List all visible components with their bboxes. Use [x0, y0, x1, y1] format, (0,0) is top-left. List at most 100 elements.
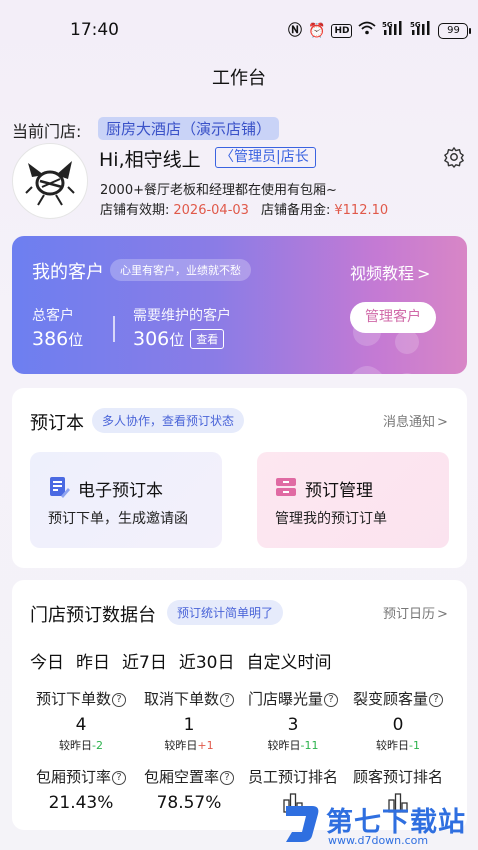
document-icon [50, 477, 70, 498]
metric-vacancy-rate[interactable]: 包厢空置率? 78.57% [134, 766, 244, 813]
help-icon: ? [429, 693, 443, 707]
page-title: 工作台 [212, 68, 266, 89]
booking-manage-subtitle: 管理我的预订订单 [275, 511, 387, 527]
e-booking-subtitle: 预订下单，生成邀请函 [48, 511, 188, 527]
metric-delta: -1 [409, 739, 420, 752]
role-badge: 〈管理员|店长 [215, 147, 316, 168]
status-time: 17:40 [70, 20, 119, 40]
help-icon: ? [220, 693, 234, 707]
message-notify-label: 消息通知 [383, 415, 436, 430]
video-link-label: 视频教程 [350, 264, 415, 283]
tab-30days[interactable]: 近30日 [179, 648, 235, 673]
metric-value: 3 [287, 715, 299, 735]
metric-fission[interactable]: 裂变顾客量? 0 较昨日-1 [342, 688, 454, 753]
chevron-right-icon: > [417, 264, 431, 283]
help-icon: ? [324, 693, 338, 707]
role-text: 管理员|店长 [234, 149, 309, 165]
metric-label: 裂变顾客量 [352, 690, 428, 708]
metric-exposure[interactable]: 门店曝光量? 3 较昨日-11 [238, 688, 348, 753]
help-icon: ? [220, 771, 234, 785]
unit: 位 [169, 331, 185, 349]
expiry-label: 店铺有效期: [100, 203, 170, 218]
help-icon: ? [112, 771, 126, 785]
fund-info: 店铺备用金: ¥112.10 [261, 199, 388, 218]
metric-delta: -11 [300, 739, 319, 752]
video-tutorial-link[interactable]: 视频教程 > [350, 260, 430, 284]
expiry-date: 2026-04-03 [173, 203, 249, 218]
tab-7days[interactable]: 近7日 [122, 648, 167, 673]
customer-tag: 心里有客户，业绩就不愁 [110, 259, 251, 281]
battery-icon: 99 [438, 22, 472, 39]
customer-title: 我的客户 [32, 262, 104, 283]
tab-custom[interactable]: 自定义时间 [246, 648, 331, 673]
cmp-label: 较昨日 [376, 739, 410, 752]
metric-value: 1 [183, 715, 195, 735]
logo-icon [25, 161, 75, 206]
metric-value: 4 [75, 715, 87, 735]
customer-card: 我的客户 心里有客户，业绩就不愁 视频教程 > 总客户 386位 需要维护的客户 … [12, 236, 467, 374]
e-booking-title: 电子预订本 [78, 481, 163, 501]
metric-label: 员工预订排名 [247, 768, 338, 786]
metric-orders[interactable]: 预订下单数? 4 较昨日-2 [26, 688, 136, 753]
cmp-label: 较昨日 [164, 739, 198, 752]
tab-yesterday[interactable]: 昨日 [76, 648, 110, 673]
booking-card: 预订本 多人协作，查看预订状态 消息通知 > 电子预订本 预订下单，生成邀请函 预… [12, 388, 467, 568]
gear-icon[interactable] [443, 146, 465, 168]
booking-tag: 多人协作，查看预订状态 [92, 408, 245, 433]
total-customers: 386位 [32, 328, 83, 350]
avatar[interactable] [12, 143, 88, 219]
chevron-right-icon: > [437, 607, 448, 622]
manage-customers-button[interactable]: 管理客户 [350, 302, 436, 333]
signal-icon-2: 5G [410, 20, 432, 41]
booking-title: 预订本 [30, 413, 84, 434]
metric-label: 取消下单数 [143, 690, 219, 708]
metric-label: 包厢空置率 [143, 768, 219, 786]
store-name-badge[interactable]: 厨房大酒店（演示店铺） [98, 117, 280, 140]
stats-title: 门店预订数据台 [30, 605, 156, 626]
help-icon: ? [112, 693, 126, 707]
alarm-icon: ⏰ [308, 22, 326, 39]
fund-value: ¥112.10 [334, 203, 389, 218]
metric-value: 78.57% [156, 793, 222, 813]
maintain-customers-label: 需要维护的客户 [133, 308, 231, 324]
expiry-info: 店铺有效期: 2026-04-03 [100, 199, 249, 218]
unit: 位 [68, 331, 84, 349]
total-customers-label: 总客户 [32, 308, 74, 324]
stats-tag: 预订统计简单明了 [167, 600, 284, 625]
greeting: Hi,相守线上 [99, 149, 201, 171]
message-notify-link[interactable]: 消息通知 > [383, 411, 448, 430]
store-label: 当前门店: [12, 122, 82, 141]
stats-card: 门店预订数据台 预订统计简单明了 预订日历 > 今日 昨日 近7日 近30日 自定… [12, 580, 467, 830]
description: 2000+餐厅老板和经理都在使用有包厢~ [100, 183, 337, 198]
signal-icon: 5G [382, 20, 404, 41]
nfc-icon: Ⓝ [288, 22, 302, 39]
fund-label: 店铺备用金: [261, 203, 331, 218]
metric-cancels[interactable]: 取消下单数? 1 较昨日+1 [134, 688, 244, 753]
metric-value: 21.43% [48, 793, 114, 813]
total-customers-value: 386 [32, 328, 69, 350]
metric-delta: -2 [92, 739, 103, 752]
watermark-logo-icon [286, 806, 319, 842]
hd-icon: HD [331, 23, 353, 38]
maintain-customers-value: 306 [133, 328, 170, 350]
booking-manage-tile[interactable]: 预订管理 管理我的预订订单 [257, 452, 449, 548]
status-bar: 17:40 Ⓝ ⏰ HD 5G 5G 99 [0, 0, 478, 60]
metric-label: 门店曝光量 [247, 690, 323, 708]
tab-today[interactable]: 今日 [30, 648, 64, 673]
divider [113, 316, 115, 342]
metric-room-rate[interactable]: 包厢预订率? 21.43% [26, 766, 136, 813]
chevron-right-icon: > [437, 415, 448, 430]
booking-calendar-link[interactable]: 预订日历 > [383, 603, 448, 622]
cmp-label: 较昨日 [267, 739, 301, 752]
date-tabs: 今日 昨日 近7日 近30日 自定义时间 [30, 648, 331, 673]
booking-manage-title: 预订管理 [305, 481, 373, 501]
view-button[interactable]: 查看 [190, 329, 225, 349]
metric-value: 0 [392, 715, 404, 735]
maintain-customers: 306位 查看 [133, 328, 225, 350]
e-booking-tile[interactable]: 电子预订本 预订下单，生成邀请函 [30, 452, 222, 548]
booking-calendar-label: 预订日历 [383, 607, 436, 622]
metric-delta: +1 [197, 739, 214, 752]
metric-label: 预订下单数 [35, 690, 111, 708]
metric-label: 包厢预订率 [35, 768, 111, 786]
watermark: 第七下载站 www.d7down.com [282, 800, 472, 848]
